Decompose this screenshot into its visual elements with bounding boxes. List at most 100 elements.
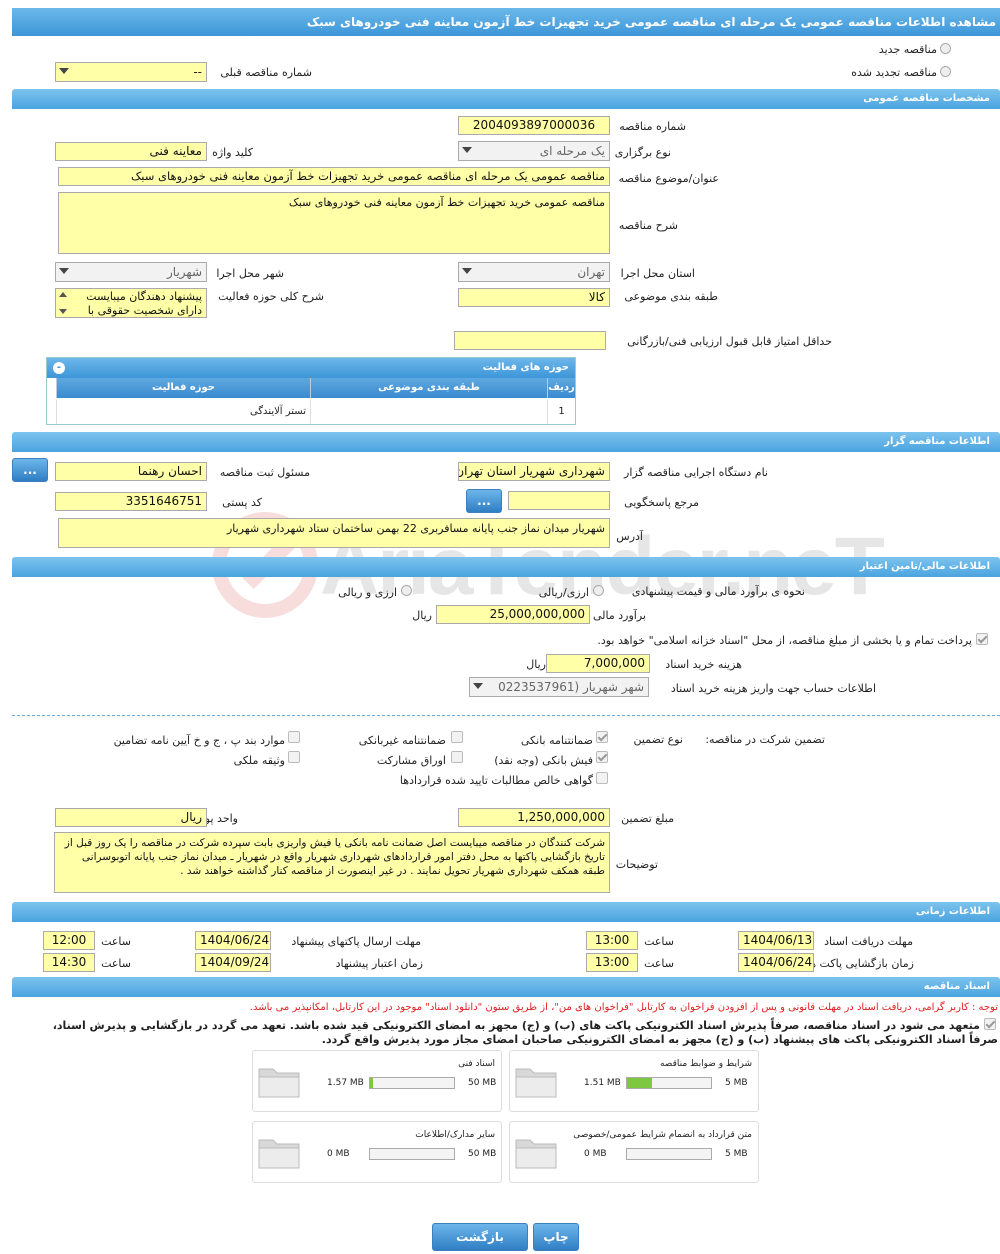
registrar-more-button[interactable]: ... [12,458,48,482]
send-deadline-field[interactable]: 1404/06/24 [195,931,271,950]
city-value: شهریار [167,265,202,279]
guarantee-amount-label: مبلغ تضمین [621,812,674,825]
doc-deadline-field[interactable]: 1404/06/13 [738,931,814,950]
scroll-up-icon[interactable] [59,292,67,297]
activity-desc-field[interactable]: پیشنهاد دهندگان میبایست دارای شخصیت حقوق… [55,288,207,318]
bank-guarantee-checkbox[interactable] [596,731,608,743]
category-field[interactable]: کالا [458,288,610,307]
claims-checkbox[interactable] [596,772,608,784]
postal-label: کد پستی [222,496,262,509]
account-select[interactable]: شهر شهریار (0223537961 [469,677,649,697]
grid-col-area[interactable]: حوزه فعالیت [56,378,310,398]
estimate-field[interactable]: 25,000,000,000 [436,605,590,624]
open-time-field[interactable]: 13:00 [586,953,638,972]
address-label: آدرس [616,530,643,543]
open-time-label: ساعت [644,957,674,970]
guarantee-amount-field[interactable]: 1,250,000,000 [458,808,610,827]
upload-progress-fill [370,1078,374,1088]
rial-radio[interactable] [593,585,604,596]
tender-no-label: شماره مناقصه [619,120,686,133]
bonds-checkbox[interactable] [451,751,463,763]
nonbank-guarantee-checkbox[interactable] [451,731,463,743]
account-label: اطلاعات حساب جهت واریز هزینه خرید اسناد [670,682,876,695]
prev-tender-value: -- [193,65,202,79]
commit-checkbox[interactable] [984,1018,996,1030]
send-deadline-label: مهلت ارسال پاکتهای پیشنهاد [291,935,421,948]
section-organizer: اطلاعات مناقصه گزار [12,432,1000,452]
renewed-tender-radio[interactable] [940,66,951,77]
registrar-field[interactable]: احسان رهنما [55,462,207,481]
fx-rial-radio[interactable] [401,585,412,596]
province-select[interactable]: تهران [458,262,610,282]
file-max-size: 50 MB [468,1149,497,1159]
holding-type-select[interactable]: یک مرحله ای [458,141,610,161]
file-box-technical[interactable]: اسناد فنی 1.57 MB 50 MB [252,1050,502,1112]
file-name: متن قرارداد به انضمام شرایط عمومی/خصوصی [573,1130,752,1140]
ref-field[interactable] [508,491,610,510]
doc-deadline-label: مهلت دریافت اسناد [824,935,913,948]
islamic-treasury-checkbox[interactable] [976,633,988,645]
currency-field[interactable]: ریال [55,808,207,827]
tender-no-field[interactable]: 2004093897000036 [458,116,610,135]
collapse-icon[interactable]: - [53,362,65,374]
cash-checkbox[interactable] [596,751,608,763]
grid-col-row[interactable]: ردیف [547,378,575,398]
city-select[interactable]: شهریار [55,262,207,282]
account-value: شهر شهریار (0223537961 [498,680,644,694]
validity-time-label: ساعت [101,957,131,970]
folder-icon [515,1139,557,1169]
activity-grid-title: حوزه های فعالیت [47,358,575,378]
subject-field[interactable]: مناقصه عمومی یک مرحله ای مناقصه عمومی خر… [58,167,610,186]
estimate-unit: ریال [412,609,432,622]
notes-field[interactable]: شرکت کنندگان در مناقصه میبایست اصل ضمانت… [54,832,610,893]
min-score-label: حداقل امتیاز قابل قبول ارزیابی فنی/بازرگ… [627,335,832,348]
holding-type-value: یک مرحله ای [539,144,605,158]
activity-grid: حوزه های فعالیت - ردیف طبقه بندی موضوعی … [46,357,576,425]
ref-more-button[interactable]: ... [466,489,502,513]
min-score-field[interactable] [454,331,606,350]
org-field[interactable]: شهرداری شهریار استان تهران [458,462,610,481]
validity-field[interactable]: 1404/09/24 [195,953,271,972]
bonds-label: اوراق مشارکت [376,754,446,767]
doc-time-field[interactable]: 13:00 [586,931,638,950]
file-box-other[interactable]: سایر مدارک/اطلاعات 0 MB 50 MB [252,1121,502,1183]
doc-cost-unit: ریال [526,658,546,671]
city-label: شهر محل اجرا [216,267,284,280]
address-field[interactable]: شهریار میدان نماز جنب پایانه مسافربری 22… [58,518,610,548]
folder-icon [515,1068,557,1098]
file-size: 0 MB [584,1149,607,1159]
nonbank-guarantee-label: ضمانتنامه غیربانکی [358,734,446,747]
property-checkbox[interactable] [288,751,300,763]
keyword-field[interactable]: معاینه فنی [55,142,207,161]
upload-progress [369,1077,455,1089]
validity-time-field[interactable]: 14:30 [43,953,95,972]
file-size: 0 MB [327,1149,350,1159]
open-date-field[interactable]: 1404/06/24 [738,953,814,972]
notes-label: توضیحات [615,858,658,871]
file-box-contract[interactable]: متن قرارداد به انضمام شرایط عمومی/خصوصی … [509,1121,759,1183]
holding-type-label: نوع برگزاری [614,146,671,159]
docs-notice: توجه : کاربر گرامی، دریافت اسناد در مهلت… [249,1002,998,1013]
upload-progress [626,1077,712,1089]
back-button[interactable]: بازگشت [432,1223,528,1251]
send-time-field[interactable]: 12:00 [43,931,95,950]
postal-field[interactable]: 3351646751 [55,492,207,511]
doc-cost-field[interactable]: 7,000,000 [546,654,650,673]
clauses-checkbox[interactable] [288,731,300,743]
description-field[interactable]: مناقصه عمومی خرید تجهیزات خط آزمون معاین… [58,192,610,254]
print-button[interactable]: چاپ [533,1223,579,1251]
scroll-down-icon[interactable] [59,309,67,314]
grid-col-category[interactable]: طبقه بندی موضوعی [310,378,547,398]
open-date-label: زمان بازگشایی پاکت ها [806,957,914,970]
guarantee-type-label: نوع تضمین [633,733,683,746]
prev-tender-select[interactable]: -- [55,62,207,82]
upload-progress [369,1148,455,1160]
divider [12,715,1000,716]
file-name: سایر مدارک/اطلاعات [415,1130,495,1140]
section-finance: اطلاعات مالی/تامین اعتبار [12,557,1000,577]
folder-icon [258,1139,300,1169]
ref-label: مرجع پاسخگویی [624,496,699,509]
new-tender-radio[interactable] [940,43,951,54]
file-box-terms[interactable]: شرایط و ضوابط مناقصه 1.51 MB 5 MB [509,1050,759,1112]
send-time-label: ساعت [101,935,131,948]
